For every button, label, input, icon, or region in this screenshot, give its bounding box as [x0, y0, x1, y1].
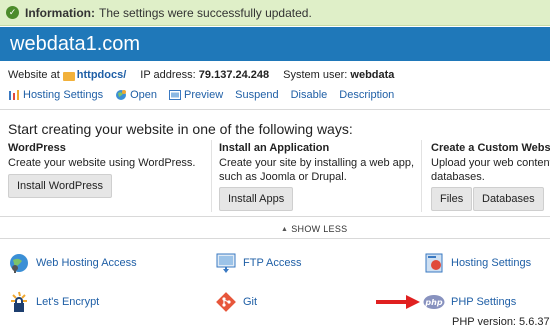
domain-header: webdata1.com	[0, 27, 550, 61]
system-user-label: System user:	[283, 69, 348, 81]
hosting-settings-tool[interactable]: Hosting Settings	[423, 252, 531, 274]
wordpress-heading: WordPress	[8, 142, 66, 154]
success-notification: ✓ Information: The settings were success…	[0, 0, 550, 26]
install-wordpress-button[interactable]: Install WordPress	[8, 174, 112, 198]
install-apps-button[interactable]: Install Apps	[219, 187, 294, 211]
install-app-desc-line1: Create your site by installing a web app…	[219, 157, 415, 169]
php-icon: php	[423, 295, 445, 309]
description-label: Description	[339, 89, 395, 101]
ip-label: IP address:	[140, 69, 196, 81]
globe-icon	[116, 90, 127, 100]
ip-value: 79.137.24.248	[198, 69, 270, 81]
svg-text:php: php	[424, 298, 442, 307]
lets-encrypt-tool[interactable]: Let's Encrypt	[8, 291, 99, 313]
divider	[0, 109, 550, 110]
web-hosting-access-icon	[10, 254, 28, 273]
disable-label: Disable	[290, 89, 328, 101]
divider	[0, 238, 550, 239]
wordpress-column: WordPress Create your website using Word…	[8, 142, 196, 170]
wordpress-desc: Create your website using WordPress.	[8, 157, 196, 169]
hosting-settings-label: Hosting Settings	[451, 257, 532, 269]
column-separator	[421, 140, 422, 212]
web-hosting-access-tool[interactable]: Web Hosting Access	[8, 252, 137, 274]
php-version: PHP version: 5.6.37	[452, 316, 550, 328]
description-link[interactable]: Description	[339, 89, 394, 101]
domain-title: webdata1.com	[10, 32, 141, 55]
web-hosting-access-label: Web Hosting Access	[36, 257, 137, 269]
git-tool[interactable]: Git	[215, 291, 257, 313]
suspend-label: Suspend	[235, 89, 279, 101]
red-arrow-icon	[376, 295, 420, 309]
preview-icon	[169, 90, 182, 100]
website-info-line: Website at httpdocs/ IP address: 79.137.…	[8, 69, 394, 81]
notification-message: The settings were successfully updated.	[99, 5, 312, 20]
install-app-heading: Install an Application	[219, 142, 330, 154]
show-less-label: SHOW LESS	[291, 224, 348, 234]
caret-up-icon: ▲	[281, 225, 289, 233]
check-icon: ✓	[6, 6, 19, 19]
install-app-column: Install an Application Create your site …	[219, 142, 414, 184]
open-link[interactable]: Open	[115, 89, 157, 101]
databases-button[interactable]: Databases	[473, 187, 544, 211]
website-at-label: Website at	[8, 69, 60, 81]
custom-website-column: Create a Custom Website Upload your web …	[431, 142, 550, 184]
disable-link[interactable]: Disable	[291, 89, 328, 101]
hosting-settings-link[interactable]: Hosting Settings	[8, 89, 103, 101]
system-user-value: webdata	[350, 69, 395, 81]
custom-website-heading: Create a Custom Website	[431, 142, 550, 154]
divider	[0, 216, 550, 217]
preview-label: Preview	[184, 89, 224, 101]
suspend-link[interactable]: Suspend	[235, 89, 278, 101]
lets-encrypt-icon	[11, 291, 27, 312]
show-less-toggle[interactable]: ▲ SHOW LESS	[281, 224, 347, 234]
ftp-access-tool[interactable]: FTP Access	[215, 252, 301, 274]
php-settings-tool[interactable]: php PHP Settings	[423, 291, 516, 313]
website-actions: Hosting Settings Open Preview Suspend Di…	[8, 89, 406, 101]
start-section-title: Start creating your website in one of th…	[8, 121, 353, 137]
lets-encrypt-label: Let's Encrypt	[36, 296, 100, 308]
ftp-access-icon	[216, 253, 236, 273]
install-app-desc-line2: such as Joomla or Drupal.	[219, 171, 347, 183]
folder-icon	[62, 71, 75, 81]
custom-website-desc-line1: Upload your web content a	[431, 157, 550, 169]
preview-link[interactable]: Preview	[169, 89, 223, 101]
custom-website-desc-line2: databases.	[431, 171, 485, 183]
hosting-settings-icon	[9, 90, 19, 100]
website-folder-link[interactable]: httpdocs/	[77, 69, 127, 81]
notification-label: Information:	[25, 5, 95, 20]
column-separator	[211, 140, 212, 212]
php-settings-label: PHP Settings	[451, 296, 517, 308]
hosting-settings-label: Hosting Settings	[23, 89, 104, 101]
files-button[interactable]: Files	[431, 187, 473, 211]
git-label: Git	[243, 296, 258, 308]
git-icon	[216, 292, 236, 312]
hosting-settings-icon	[425, 253, 443, 273]
ftp-access-label: FTP Access	[243, 257, 302, 269]
open-label: Open	[130, 89, 158, 101]
